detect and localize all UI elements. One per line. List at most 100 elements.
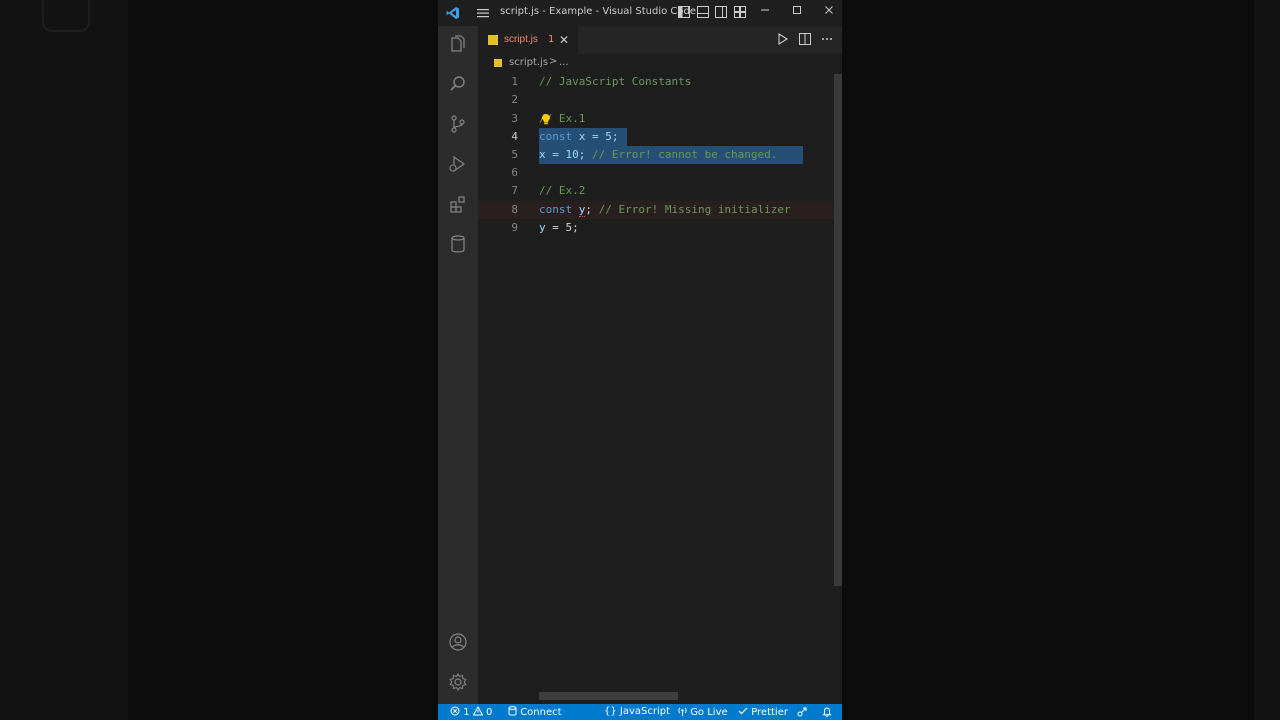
breadcrumb-more[interactable]: ... — [559, 57, 569, 68]
code-editor[interactable]: 1 // JavaScript Constants 2 3 // Ex.1 4 … — [478, 74, 842, 700]
lightbulb-icon[interactable] — [540, 113, 552, 125]
line-number: 2 — [511, 93, 518, 106]
check-double-icon — [738, 707, 748, 715]
code-text: // Ex.2 — [539, 184, 586, 197]
code-line: 3 // Ex.1 — [478, 110, 834, 128]
code-token: ; — [585, 203, 592, 216]
maximize-icon — [793, 6, 801, 14]
close-window-button[interactable] — [820, 4, 838, 20]
vscode-logo-icon — [446, 7, 459, 19]
go-live-button[interactable]: Go Live — [678, 706, 728, 719]
code-text: const y; // Error! Missing initializer — [539, 201, 791, 219]
activity-bar — [438, 26, 478, 704]
backdrop-right — [842, 0, 1254, 720]
broadcast-icon — [678, 707, 687, 716]
error-count: 1 — [463, 707, 470, 718]
code-line: 8 const y; // Error! Missing initializer — [478, 201, 834, 219]
code-text: y = 5; — [539, 219, 579, 237]
close-icon — [825, 6, 833, 14]
tab-problem-count: 1 — [548, 34, 555, 45]
backdrop-far-right — [1254, 0, 1280, 720]
window-title: script.js - Example - Visual Studio Code — [500, 6, 697, 17]
comment-token: // Error! Missing initializer — [592, 203, 791, 216]
backdrop-mid-left — [128, 0, 438, 720]
prettier-status[interactable]: Prettier — [738, 706, 788, 719]
keyword-token: const — [539, 203, 573, 216]
vertical-scrollbar[interactable] — [834, 74, 842, 586]
line-number: 6 — [511, 166, 518, 179]
database-icon[interactable] — [448, 234, 468, 254]
line-number: 9 — [511, 221, 518, 234]
code-line: 2 — [478, 91, 834, 109]
code-line: 1 // JavaScript Constants — [478, 73, 834, 91]
database-icon — [508, 706, 517, 716]
javascript-file-icon — [494, 59, 502, 67]
connect-status[interactable]: Connect — [508, 706, 562, 719]
code-token: x = 10; — [539, 148, 592, 161]
language-mode[interactable]: {} JavaScript — [604, 706, 670, 718]
line-number: 1 — [511, 75, 518, 88]
backdrop-shape — [42, 0, 90, 32]
line-number: 5 — [511, 148, 518, 161]
minimize-icon — [761, 9, 769, 11]
more-actions-icon[interactable] — [820, 32, 834, 46]
code-line: 4 const x = 5; — [478, 128, 834, 146]
code-text: const x = 5; — [539, 128, 618, 146]
tab-close-button[interactable]: ✕ — [559, 33, 569, 47]
prettier-label: Prettier — [751, 707, 788, 718]
toggle-primary-sidebar-icon[interactable] — [678, 6, 690, 18]
search-icon[interactable] — [448, 74, 468, 94]
javascript-file-icon — [488, 35, 498, 45]
problems-status[interactable]: 1 0 — [450, 705, 493, 719]
toggle-secondary-sidebar-icon[interactable] — [715, 6, 727, 18]
tab-label: script.js — [504, 34, 538, 45]
connect-label: Connect — [520, 707, 562, 718]
line-number: 7 — [511, 184, 518, 197]
line-number: 4 — [511, 130, 518, 143]
horizontal-scrollbar[interactable] — [539, 692, 678, 700]
customize-layout-icon[interactable] — [734, 6, 746, 18]
code-text: // JavaScript Constants — [539, 75, 692, 88]
line-number: 3 — [511, 112, 518, 125]
explorer-icon[interactable] — [448, 34, 468, 54]
run-debug-icon[interactable] — [448, 154, 468, 174]
keyword-token: const — [539, 130, 573, 143]
vscode-window: script.js - Example - Visual Studio Code — [438, 0, 842, 720]
extensions-icon[interactable] — [448, 194, 468, 214]
code-line: 7 // Ex.2 — [478, 182, 834, 200]
braces-icon: {} — [604, 706, 617, 717]
feedback-icon[interactable] — [797, 707, 807, 717]
comment-token: // Error! cannot be changed. — [591, 148, 778, 161]
editor-tabs: script.js 1 ✕ — [478, 26, 842, 54]
settings-gear-icon[interactable] — [448, 672, 468, 692]
menu-icon[interactable] — [476, 6, 490, 20]
code-line: 5 x = 10; // Error! cannot be changed. — [478, 146, 834, 164]
run-code-icon[interactable] — [776, 32, 790, 46]
title-bar: script.js - Example - Visual Studio Code — [438, 0, 842, 26]
go-live-label: Go Live — [690, 707, 728, 718]
toggle-panel-icon[interactable] — [697, 6, 709, 18]
warning-icon — [472, 705, 484, 716]
line-number: 8 — [511, 203, 518, 216]
backdrop-left — [0, 0, 128, 720]
code-line: 9 y = 5; — [478, 219, 834, 237]
status-bar: 1 0 Connect {} JavaScript Go Live Pretti… — [438, 704, 842, 720]
breadcrumb-file[interactable]: script.js — [509, 57, 548, 68]
error-icon — [450, 706, 460, 716]
minimize-button[interactable] — [756, 4, 774, 20]
breadcrumb-separator: > — [549, 56, 558, 67]
code-line: 6 — [478, 164, 834, 182]
language-label: JavaScript — [619, 706, 671, 717]
code-token: y — [539, 221, 546, 234]
code-token: = 5; — [545, 221, 579, 234]
source-control-icon[interactable] — [448, 114, 468, 134]
account-icon[interactable] — [448, 632, 468, 652]
code-text: x = 10; // Error! cannot be changed. — [539, 146, 777, 164]
tab-script-js[interactable]: script.js 1 ✕ — [478, 26, 578, 54]
code-token: x = 5; — [572, 130, 619, 143]
notifications-bell-icon[interactable] — [822, 707, 832, 717]
split-editor-icon[interactable] — [798, 32, 812, 46]
breadcrumb: script.js > ... — [478, 54, 842, 74]
warning-count: 0 — [485, 707, 493, 718]
maximize-button[interactable] — [788, 4, 806, 20]
